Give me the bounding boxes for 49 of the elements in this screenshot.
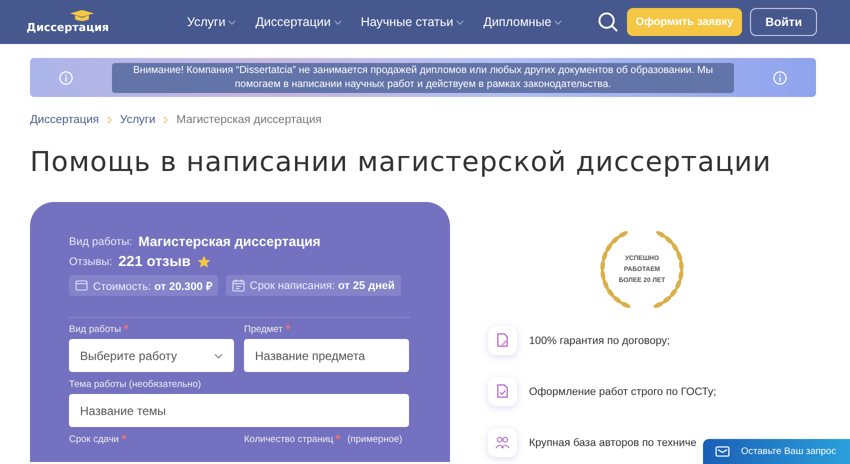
current-page-label: Магистерская диссертация [176, 114, 322, 126]
term-text: Срок написания: от 25 дней [250, 280, 395, 292]
chevron-icon [107, 116, 112, 124]
notice-text: Внимание! Компания “Dissertatcia” не занимается продажей дипломов или любых других документов об образовании. Мы помогаем в написании научных работ и действуем в рамках законодательства. [112, 62, 734, 92]
nav-menu-item[interactable]: Диссертации [255, 15, 331, 29]
work-type-label: Вид работы: [69, 236, 132, 248]
field-note: (примерное) [347, 434, 402, 444]
nav-menu-item[interactable]: Научные статьи [360, 15, 454, 29]
logo-text: Диссертация [26, 21, 109, 34]
chevron-icon [163, 116, 168, 124]
document-pen-icon [488, 326, 517, 355]
field-label: Количество страниц [244, 434, 334, 444]
card-icon [75, 280, 88, 291]
nav-menu-item[interactable]: Услуги [187, 15, 226, 29]
document-check-icon [488, 377, 517, 406]
field-label: Вид работы [69, 324, 122, 334]
breadcrumb-link[interactable]: Услуги [120, 114, 156, 126]
logo[interactable]: Диссертация [29, 10, 109, 34]
chevron-down-icon[interactable] [456, 20, 464, 24]
breadcrumb-link[interactable]: Диссертация [30, 114, 100, 126]
star-icon [196, 255, 211, 269]
login-button[interactable]: Войти [750, 8, 817, 36]
reviews-count[interactable]: 221 отзыв [118, 254, 191, 270]
graduation-cap-icon [69, 10, 95, 22]
feature-text: 100% гарантия по договору; [529, 334, 670, 346]
chevron-down-icon[interactable] [228, 20, 236, 24]
chevron-down-icon[interactable] [554, 20, 562, 24]
input-field[interactable]: Название темы [69, 394, 409, 427]
feature-text: Оформление работ строго по ГОСТу; [529, 386, 716, 398]
info-icon [59, 70, 73, 84]
feature-text: Крупная база авторов по техниче [529, 436, 697, 448]
search-icon[interactable] [598, 12, 619, 32]
work-type-value: Магистерская диссертация [138, 234, 321, 249]
input-field[interactable]: Название предмета [244, 339, 409, 372]
field-label: Тема работы (необязательно) [69, 378, 202, 390]
field-label: Предмет [244, 324, 283, 334]
nav-menu-item[interactable]: Дипломные [483, 15, 552, 29]
work-type-select[interactable]: Выберите работу [69, 339, 234, 372]
request-button[interactable]: Оставьте Ваш запрос [703, 439, 850, 464]
price-text: Стоимость: от 20.300 ₽ [93, 280, 212, 293]
people-icon [488, 428, 517, 457]
calendar-icon [232, 279, 245, 292]
chevron-down-icon [214, 352, 223, 358]
page-title: Помощь в написании магистерской диссертации [30, 146, 772, 178]
info-icon [773, 70, 787, 84]
field-label: Срок сдачи [69, 434, 119, 444]
chevron-down-icon[interactable] [334, 20, 342, 24]
envelope-icon [715, 446, 730, 457]
reviews-label: Отзывы: [69, 256, 112, 268]
